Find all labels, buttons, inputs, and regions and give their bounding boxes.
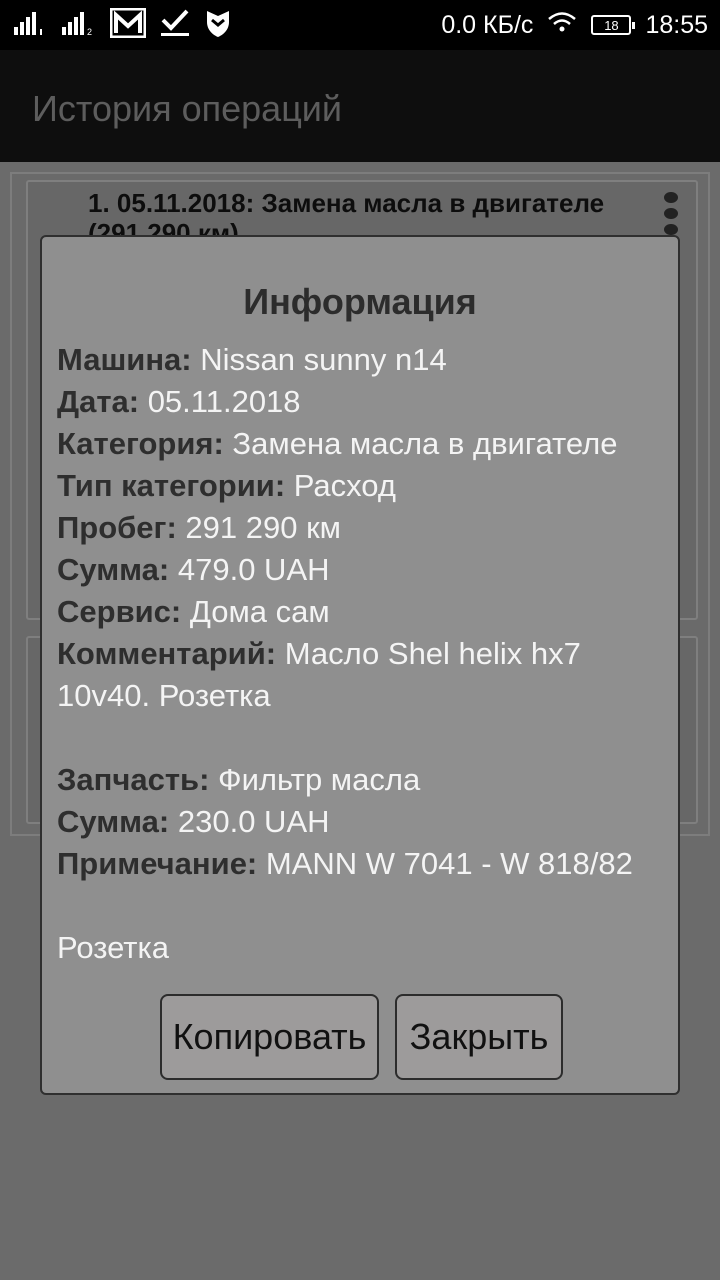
signal-1-icon — [14, 11, 48, 40]
page-title: История операций — [32, 88, 343, 129]
info-value: Nissan sunny n14 — [191, 342, 447, 377]
info-label: Сумма: — [57, 804, 170, 839]
info-value: 479.0 UAH — [169, 552, 330, 587]
info-row-car: Машина: Nissan sunny n14 — [57, 339, 672, 381]
info-row-part: Запчасть: Фильтр масла — [57, 759, 672, 801]
info-value: 291 290 км — [176, 510, 341, 545]
info-row-category: Категория: Замена масла в двигателе — [57, 423, 672, 465]
info-label: Комментарий: — [57, 636, 277, 671]
dialog-title: Информация — [243, 281, 477, 322]
info-row-note: Примечание: MANN W 7041 - W 818/82 — [57, 843, 672, 885]
check-icon — [160, 8, 190, 43]
more-options-icon[interactable] — [664, 192, 678, 235]
info-value: Замена масла в двигателе — [223, 426, 618, 461]
info-value: Дома сам — [181, 594, 330, 629]
info-row-category-type: Тип категории: Расход — [57, 465, 672, 507]
info-value: MANN W 7041 - W 818/82 — [257, 846, 633, 881]
info-label: Сумма: — [57, 552, 170, 587]
info-label: Машина: — [57, 342, 192, 377]
status-bar: 2 0.0 КБ/с 18 18:55 — [0, 0, 720, 50]
copy-button[interactable]: Копировать — [160, 994, 379, 1080]
info-label: Примечание: — [57, 846, 258, 881]
close-button[interactable]: Закрыть — [395, 994, 563, 1080]
info-row-service: Сервис: Дома сам — [57, 591, 672, 633]
info-value: 230.0 UAH — [169, 804, 330, 839]
gmail-icon — [109, 7, 147, 43]
info-label: Дата: — [57, 384, 140, 419]
info-label: Пробег: — [57, 510, 177, 545]
clock: 18:55 — [645, 10, 708, 39]
info-value: Расход — [285, 468, 396, 503]
app-bar: История операций — [0, 50, 720, 162]
signal-2-icon: 2 — [62, 11, 96, 40]
info-row-part-sum: Сумма: 230.0 UAH — [57, 801, 672, 843]
network-speed: 0.0 КБ/с — [441, 10, 534, 39]
info-content: Машина: Nissan sunny n14 Дата: 05.11.201… — [57, 339, 672, 969]
svg-text:2: 2 — [87, 27, 92, 35]
info-row-date: Дата: 05.11.2018 — [57, 381, 672, 423]
battery-icon: 18 — [591, 15, 636, 35]
info-footer-note: Розетка — [57, 930, 169, 965]
info-label: Категория: — [57, 426, 224, 461]
info-label: Тип категории: — [57, 468, 286, 503]
wifi-icon — [547, 11, 577, 40]
info-dialog: Информация Машина: Nissan sunny n14 Дата… — [40, 235, 680, 1095]
info-row-mileage: Пробег: 291 290 км — [57, 507, 672, 549]
battery-level: 18 — [604, 17, 619, 33]
list-item-title: 1. 05.11.2018: Замена масла в двигателе … — [88, 188, 605, 236]
shield-icon — [204, 8, 232, 43]
info-label: Запчасть: — [57, 762, 210, 797]
info-value: 05.11.2018 — [139, 384, 301, 419]
info-row-sum: Сумма: 479.0 UAH — [57, 549, 672, 591]
info-row-comment: Комментарий: Масло Shel helix hx7 10v40.… — [57, 633, 672, 717]
info-value: Фильтр масла — [209, 762, 421, 797]
info-label: Сервис: — [57, 594, 182, 629]
